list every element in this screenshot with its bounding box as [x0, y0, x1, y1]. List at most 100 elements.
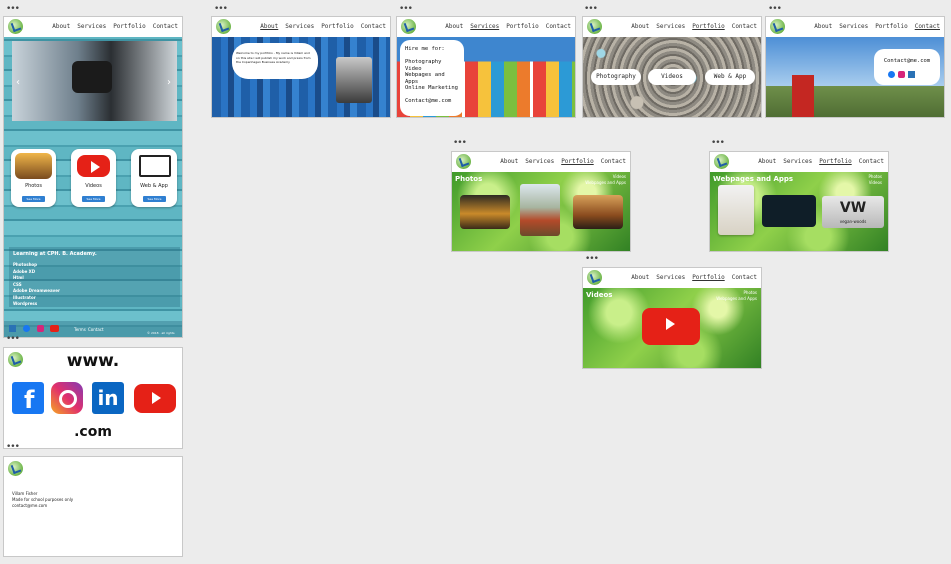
nav-portfolio[interactable]: Portfolio: [692, 274, 725, 281]
web-thumbnail-2[interactable]: [762, 195, 816, 227]
nav-contact[interactable]: Contact: [732, 23, 757, 30]
vw-logo-icon[interactable]: [216, 19, 231, 34]
nav-portfolio[interactable]: Portfolio: [875, 23, 908, 30]
about-page-frame[interactable]: About Services Portfolio Contact Welcome…: [211, 16, 391, 118]
footer-page-frame[interactable]: Villam Fisher Made for school purposes o…: [3, 456, 183, 557]
linkedin-icon[interactable]: [908, 71, 915, 78]
photos-card[interactable]: Photos See More: [11, 149, 56, 207]
facebook-icon[interactable]: f: [12, 382, 44, 414]
contact-page-frame[interactable]: About Services Portfolio Contact Contact…: [765, 16, 945, 118]
frame-menu-dots[interactable]: •••: [768, 5, 782, 14]
videos-button[interactable]: Videos: [648, 69, 696, 85]
nav-services[interactable]: Services: [783, 158, 812, 165]
nav-services[interactable]: Services: [656, 274, 685, 281]
web-apps-page-frame[interactable]: About Services Portfolio Contact Webpage…: [709, 151, 889, 252]
instagram-icon[interactable]: [37, 325, 44, 332]
videos-card[interactable]: Videos See More: [71, 149, 116, 207]
nav-services[interactable]: Services: [839, 23, 868, 30]
nav-contact[interactable]: Contact: [601, 158, 626, 165]
vw-logo-icon[interactable]: [714, 154, 729, 169]
photo-thumbnail-1[interactable]: [460, 195, 510, 229]
vw-logo-icon[interactable]: [8, 19, 23, 34]
vw-logo-icon[interactable]: [770, 19, 785, 34]
facebook-icon[interactable]: [888, 71, 895, 78]
services-email[interactable]: Contact@me.com: [405, 98, 459, 105]
vw-logo-icon[interactable]: [587, 19, 602, 34]
contact-email[interactable]: Contact@me.com: [874, 58, 940, 64]
linkedin-icon[interactable]: in: [92, 382, 124, 414]
frame-menu-dots[interactable]: •••: [585, 255, 599, 264]
nav-about[interactable]: About: [814, 23, 832, 30]
nav-contact[interactable]: Contact: [732, 274, 757, 281]
web-thumbnail-1[interactable]: [718, 185, 754, 235]
linkedin-icon[interactable]: [9, 325, 16, 332]
nav-about[interactable]: About: [500, 158, 518, 165]
nav-about[interactable]: About: [758, 158, 776, 165]
instagram-icon[interactable]: [898, 71, 905, 78]
footer-link-contact[interactable]: Contact: [88, 327, 104, 332]
nav-services[interactable]: Services: [285, 23, 314, 30]
videos-page-frame[interactable]: About Services Portfolio Contact Videos …: [582, 267, 762, 369]
carousel-next-icon[interactable]: ›: [167, 77, 171, 88]
frame-menu-dots[interactable]: •••: [399, 5, 413, 14]
frame-menu-dots[interactable]: •••: [6, 335, 20, 344]
instagram-icon[interactable]: [51, 382, 83, 414]
nav-about[interactable]: About: [445, 23, 463, 30]
frame-menu-dots[interactable]: •••: [6, 5, 20, 14]
youtube-icon[interactable]: [50, 325, 59, 332]
frame-menu-dots[interactable]: •••: [214, 5, 228, 14]
vw-logo-icon[interactable]: [587, 270, 602, 285]
nav-about[interactable]: About: [631, 274, 649, 281]
nav-contact[interactable]: Contact: [546, 23, 571, 30]
nav-services[interactable]: Services: [470, 23, 499, 30]
social-page-frame[interactable]: www. f in .com: [3, 347, 183, 449]
videos-see-more-button[interactable]: See More: [82, 196, 105, 202]
nav-about[interactable]: About: [260, 23, 278, 30]
nav-portfolio[interactable]: Portfolio: [561, 158, 594, 165]
nav-about[interactable]: About: [631, 23, 649, 30]
nav-about[interactable]: About: [52, 23, 70, 30]
nav-services[interactable]: Services: [656, 23, 685, 30]
carousel-prev-icon[interactable]: ‹: [16, 77, 20, 88]
frame-menu-dots[interactable]: •••: [711, 139, 725, 148]
frame-menu-dots[interactable]: •••: [584, 5, 598, 14]
photo-thumbnail-2[interactable]: [520, 184, 560, 236]
nav-portfolio[interactable]: Portfolio: [819, 158, 852, 165]
sub-nav-videos[interactable]: Videos: [869, 180, 882, 186]
home-page-frame[interactable]: About Services Portfolio Contact ‹ › Pho…: [3, 16, 183, 338]
sub-nav-webpages[interactable]: Webpages and Apps: [716, 296, 757, 302]
web-app-button[interactable]: Web & App: [705, 69, 755, 85]
frame-menu-dots[interactable]: •••: [453, 139, 467, 148]
youtube-play-button-icon[interactable]: [642, 308, 700, 345]
sub-nav-photos[interactable]: Photos: [869, 174, 883, 180]
nav-contact[interactable]: Contact: [915, 23, 940, 30]
nav-portfolio[interactable]: Portfolio: [321, 23, 354, 30]
frame-menu-dots[interactable]: •••: [6, 443, 20, 452]
vw-logo-icon[interactable]: [401, 19, 416, 34]
web-see-more-button[interactable]: See More: [143, 196, 166, 202]
footer-link-terms[interactable]: Terms: [74, 327, 86, 332]
nav-portfolio[interactable]: Portfolio: [113, 23, 146, 30]
photos-see-more-button[interactable]: See More: [22, 196, 45, 202]
photography-button[interactable]: Photography: [591, 69, 641, 85]
photos-page-frame[interactable]: About Services Portfolio Contact Photos …: [451, 151, 631, 252]
portfolio-page-frame[interactable]: About Services Portfolio Contact Photogr…: [582, 16, 762, 118]
nav-contact[interactable]: Contact: [361, 23, 386, 30]
vw-logo-icon[interactable]: [456, 154, 471, 169]
services-page-frame[interactable]: About Services Portfolio Contact Hire me…: [396, 16, 576, 118]
youtube-icon[interactable]: [134, 384, 176, 413]
facebook-icon[interactable]: [23, 325, 30, 332]
nav-portfolio[interactable]: Portfolio: [506, 23, 539, 30]
nav-contact[interactable]: Contact: [153, 23, 178, 30]
sub-nav-webpages[interactable]: Webpages and Apps: [585, 180, 626, 186]
nav-services[interactable]: Services: [77, 23, 106, 30]
camera-icon: [72, 61, 112, 93]
photo-thumbnail-3[interactable]: [573, 195, 623, 229]
nav-contact[interactable]: Contact: [859, 158, 884, 165]
nav-portfolio[interactable]: Portfolio: [692, 23, 725, 30]
footer-email[interactable]: contact@me.com: [12, 503, 73, 509]
web-app-card[interactable]: Web & App See More: [131, 149, 177, 207]
vegan-woods-thumbnail[interactable]: VW vegan-woods: [822, 196, 884, 228]
vw-logo-icon[interactable]: [8, 461, 23, 476]
nav-services[interactable]: Services: [525, 158, 554, 165]
